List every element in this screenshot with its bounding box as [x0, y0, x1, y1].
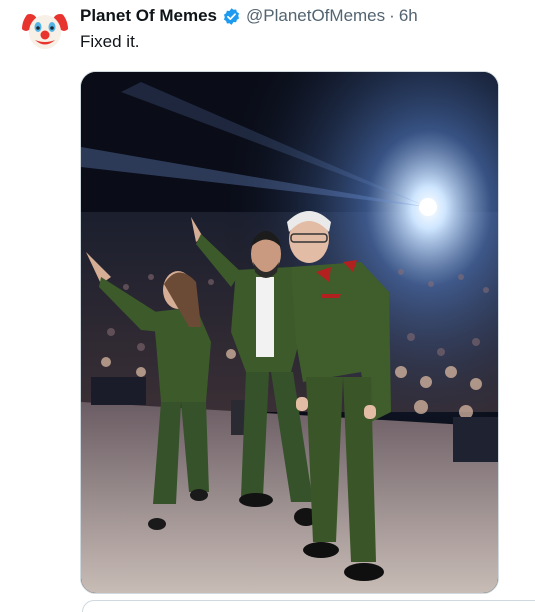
- clown-face-icon: [22, 6, 68, 52]
- verified-badge-icon[interactable]: [222, 7, 241, 26]
- author-handle[interactable]: @PlanetOfMemes: [246, 6, 385, 26]
- concert-stage-photo: [81, 72, 498, 593]
- tweet-text: Fixed it.: [80, 32, 140, 51]
- next-card-border: [82, 600, 535, 612]
- tweet-timestamp[interactable]: 6h: [399, 6, 418, 26]
- tweet-header: Planet Of Memes @PlanetOfMemes · 6h: [80, 4, 520, 28]
- author-display-name[interactable]: Planet Of Memes: [80, 6, 217, 26]
- separator-dot: ·: [389, 6, 395, 25]
- tweet-media-image[interactable]: [80, 71, 499, 594]
- author-avatar[interactable]: [22, 6, 68, 52]
